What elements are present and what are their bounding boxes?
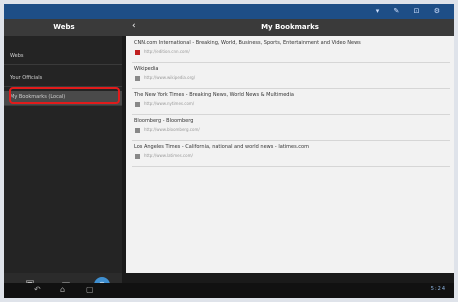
page-title: My Bookmarks — [261, 23, 319, 31]
latimes-favicon-icon — [135, 154, 140, 159]
bookmark-url: http://www.bloomberg.com/ — [144, 127, 200, 132]
sidebar-item-officials[interactable]: Your Officials — [4, 72, 122, 87]
clock: 5:24 — [430, 286, 446, 292]
system-nav-bar: ↶ ⌂ ▢ 5:24 — [4, 283, 454, 298]
sidebar-item-webs[interactable]: Webs — [4, 50, 122, 65]
bookmark-url: http://www.latimes.com/ — [144, 153, 193, 158]
bookmark-list: CNN.com International - Breaking, World,… — [126, 36, 454, 273]
tablet-screen: ▾ ✎ ⊡ ⚙ Webs ‹ My Bookmarks Webs Your Of… — [4, 4, 454, 298]
bookmark-title: Wikipedia — [134, 66, 159, 72]
sidebar-item-label: Webs — [10, 53, 24, 59]
cnn-favicon-icon — [135, 50, 140, 55]
recent-apps-icon[interactable]: ▢ — [86, 285, 94, 294]
sidebar-title: Webs — [53, 23, 75, 31]
bookmark-url: http://edition.cnn.com/ — [144, 49, 190, 54]
bookmark-title: CNN.com International - Breaking, World,… — [134, 40, 361, 46]
title-bar: Webs ‹ My Bookmarks — [4, 19, 454, 36]
bookmark-item[interactable]: The New York Times - Breaking News, Worl… — [132, 90, 450, 115]
bookmark-title: The New York Times - Breaking News, Worl… — [134, 92, 294, 98]
bookmark-item[interactable]: Wikipedia http://www.wikipedia.org/ — [132, 64, 450, 89]
home-icon[interactable]: ⌂ — [60, 285, 65, 294]
selection-highlight — [9, 87, 120, 104]
sidebar: Webs Your Officials My Bookmarks (Local) — [4, 36, 122, 273]
bloomberg-favicon-icon — [135, 128, 140, 133]
sidebar-item-label: Your Officials — [10, 75, 43, 81]
wikipedia-favicon-icon — [135, 76, 140, 81]
back-icon[interactable]: ↶ — [34, 285, 41, 294]
bookmark-title: Bloomberg - Bloomberg — [134, 118, 194, 124]
bookmark-url: http://www.nytimes.com/ — [144, 101, 195, 106]
bookmark-item[interactable]: Bloomberg - Bloomberg http://www.bloombe… — [132, 116, 450, 141]
bookmark-url: http://www.wikipedia.org/ — [144, 75, 196, 80]
bookmark-title: Los Angeles Times - California, national… — [134, 144, 309, 150]
bookmark-item[interactable]: CNN.com International - Breaking, World,… — [132, 38, 450, 63]
bookmark-item[interactable]: Los Angeles Times - California, national… — [132, 142, 450, 167]
status-icons: ▾ ✎ ⊡ ⚙ — [375, 7, 446, 15]
status-bar: ▾ ✎ ⊡ ⚙ — [4, 4, 454, 19]
nyt-favicon-icon — [135, 102, 140, 107]
